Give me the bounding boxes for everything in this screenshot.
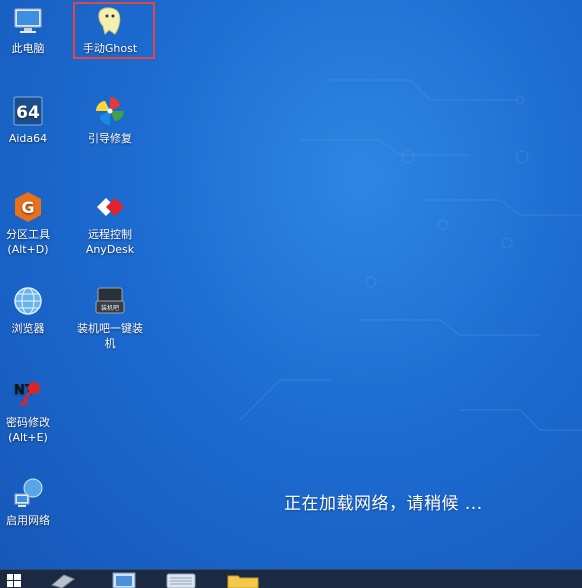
desktop-icon-label: 装机吧一键装 机 xyxy=(77,322,143,350)
desktop-icon-anydesk[interactable]: 远程控制 AnyDesk xyxy=(73,190,147,257)
desktop-icon-label: 引导修复 xyxy=(88,132,132,145)
desktop-icon-password-change[interactable]: NT 密码修改 (Alt+E) xyxy=(0,378,65,445)
desktop-icon-label: 手动Ghost xyxy=(82,42,138,55)
partition-tool-icon: G xyxy=(15,192,41,222)
globe-icon xyxy=(14,287,42,315)
password-key-icon: NT xyxy=(14,382,40,407)
taskbar-window-icon[interactable] xyxy=(110,571,138,588)
start-button-icon[interactable] xyxy=(6,571,22,588)
svg-text:G: G xyxy=(21,198,34,217)
zhuangjiba-icon: 装机吧 xyxy=(95,287,125,314)
desktop-icon-label: 此电脑 xyxy=(11,42,45,55)
desktop-icon-aida64[interactable]: 64 Aida64 xyxy=(0,94,65,146)
taskbar xyxy=(0,569,582,588)
desktop-icon-label: Aida64 xyxy=(8,132,48,145)
desktop-icon-enable-network[interactable]: 启用网络 xyxy=(0,476,65,528)
loading-status-text: 正在加载网络，请稍候 ... xyxy=(284,494,483,514)
desktop-icon-label: 远程控制 AnyDesk xyxy=(85,228,135,256)
svg-text:64: 64 xyxy=(16,103,40,123)
desktop-icon-this-pc[interactable]: 此电脑 xyxy=(0,4,65,56)
desktop-icon-manual-ghost[interactable]: 手动Ghost xyxy=(73,4,147,56)
desktop-icon-label: 浏览器 xyxy=(11,322,45,335)
taskbar-folder-icon[interactable] xyxy=(226,571,260,588)
taskbar-keyboard-icon[interactable] xyxy=(165,571,197,588)
computer-icon xyxy=(14,8,42,33)
aida64-icon: 64 xyxy=(13,96,43,126)
pinwheel-icon xyxy=(96,97,124,125)
taskbar-app-icon[interactable] xyxy=(48,571,78,588)
desktop-icon-partition-tool[interactable]: G 分区工具 (Alt+D) xyxy=(0,190,65,257)
ghost-icon xyxy=(98,7,121,35)
anydesk-icon xyxy=(97,198,124,216)
desktop-icon-label: 密码修改 (Alt+E) xyxy=(6,416,50,444)
desktop-icon-zhuangjiba[interactable]: 装机吧 装机吧一键装 机 xyxy=(73,284,147,351)
desktop-icon-browser[interactable]: 浏览器 xyxy=(0,284,65,336)
svg-text:装机吧: 装机吧 xyxy=(101,304,119,312)
network-icon xyxy=(14,478,43,507)
desktop-icon-boot-repair[interactable]: 引导修复 xyxy=(73,94,147,146)
desktop-icon-label: 启用网络 xyxy=(6,514,50,527)
desktop-icon-label: 分区工具 (Alt+D) xyxy=(6,228,50,256)
